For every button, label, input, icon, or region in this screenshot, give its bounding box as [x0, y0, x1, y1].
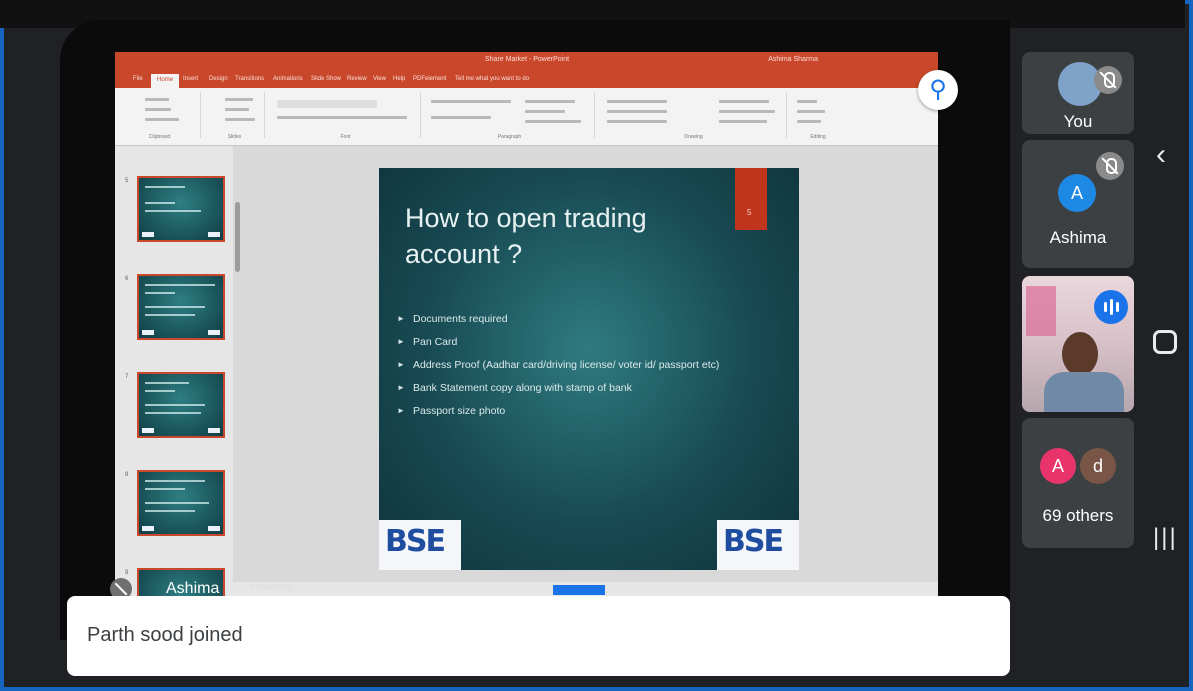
- slide-thumbnails-panel: 5 6 7 8 9: [115, 146, 233, 597]
- ribbon-group-clipboard: Clipboard: [119, 92, 201, 140]
- menu-file[interactable]: File: [133, 76, 143, 82]
- zoom-highlight: [553, 585, 605, 595]
- current-slide[interactable]: 5 How to open trading account ? Document…: [379, 168, 799, 570]
- menu-view[interactable]: View: [373, 76, 386, 82]
- slide-thumbnail[interactable]: 6: [125, 274, 225, 340]
- slide-title: How to open trading account ?: [405, 203, 647, 269]
- shared-screen: Share Market - PowerPoint Ashima Sharma …: [115, 52, 938, 597]
- thumbnail-number: 9: [125, 570, 129, 576]
- menu-review[interactable]: Review: [347, 76, 367, 82]
- participant-avatar: A: [1058, 174, 1096, 212]
- slide-bullet: Passport size photo: [397, 404, 787, 418]
- slide-bullet: Address Proof (Aadhar card/driving licen…: [397, 358, 787, 372]
- mic-off-icon: [1094, 66, 1122, 94]
- participant-tile-ashima[interactable]: A Ashima: [1022, 140, 1134, 268]
- participant-tile-others[interactable]: A d 69 others: [1022, 418, 1134, 548]
- thumbnail-number: 7: [125, 374, 129, 380]
- menu-slideshow[interactable]: Slide Show: [311, 76, 341, 82]
- ribbon-group-paragraph: Paragraph: [425, 92, 595, 140]
- slide-bullet: Pan Card: [397, 335, 787, 349]
- thumbnail-number: 5: [125, 178, 129, 184]
- ppt-statusbar: [233, 582, 938, 597]
- ribbon-label-font: Font: [340, 134, 351, 140]
- ribbon-group-slides: Slides: [205, 92, 265, 140]
- slide-bullets: Documents required Pan Card Address Proo…: [397, 312, 787, 427]
- home-nav-icon[interactable]: [1153, 330, 1177, 354]
- slide-thumbnail[interactable]: 7: [125, 372, 225, 438]
- bse-logo-left: BSE: [379, 520, 461, 570]
- menu-insert[interactable]: Insert: [183, 76, 198, 82]
- ribbon-label-slides: Slides: [227, 134, 242, 140]
- mic-off-icon: [1096, 152, 1124, 180]
- slide-thumbnail[interactable]: 5: [125, 176, 225, 242]
- menu-home[interactable]: Home: [151, 74, 180, 88]
- ppt-ribbon: Clipboard Slides Font Paragraph Drawing …: [115, 88, 938, 146]
- participant-tile-video[interactable]: [1022, 276, 1134, 412]
- ribbon-group-drawing: Drawing: [601, 92, 787, 140]
- participant-avatar: A: [1040, 448, 1076, 484]
- participant-tile-you[interactable]: You: [1022, 52, 1134, 134]
- recents-nav-icon[interactable]: |||: [1153, 524, 1178, 552]
- pin-button[interactable]: ⚲: [918, 70, 958, 110]
- ppt-title: Share Market - PowerPoint: [485, 56, 570, 63]
- ppt-titlebar: Share Market - PowerPoint Ashima Sharma: [115, 52, 938, 72]
- menu-pdfelement[interactable]: PDFelement: [413, 76, 446, 82]
- join-notification-text: Parth sood joined: [87, 624, 243, 646]
- person-body: [1044, 372, 1124, 412]
- slide-number: 5: [747, 208, 752, 217]
- ribbon-group-editing: Editing: [793, 92, 843, 140]
- ppt-user: Ashima Sharma: [768, 56, 818, 63]
- slide-thumbnail[interactable]: 8: [125, 470, 225, 536]
- thumbnail-scrollbar[interactable]: [235, 202, 240, 272]
- ppt-menubar: File Home Insert Design Transitions Anim…: [115, 72, 938, 88]
- ribbon-label-editing: Editing: [810, 134, 826, 140]
- thumbnail-number: 8: [125, 472, 129, 478]
- slide-bullet: Documents required: [397, 312, 787, 326]
- thumbnail-number: 6: [125, 276, 129, 282]
- bse-logo-right: BSE: [717, 520, 799, 570]
- participant-name: You: [1063, 112, 1093, 131]
- back-nav-icon[interactable]: ‹: [1156, 138, 1166, 172]
- menu-transitions[interactable]: Transitions: [235, 76, 264, 82]
- menu-animations[interactable]: Animations: [273, 76, 303, 82]
- participant-name: Ashima: [1049, 228, 1107, 247]
- tell-me-search[interactable]: Tell me what you want to do: [455, 76, 529, 82]
- menu-help[interactable]: Help: [393, 76, 405, 82]
- pin-icon: ⚲: [929, 76, 947, 103]
- ribbon-label-drawing: Drawing: [684, 134, 703, 140]
- menu-design[interactable]: Design: [209, 76, 228, 82]
- speaking-indicator-icon: [1094, 290, 1128, 324]
- ribbon-group-font: Font: [271, 92, 421, 140]
- join-notification: Parth sood joined: [67, 596, 1010, 676]
- ribbon-label-paragraph: Paragraph: [497, 134, 522, 140]
- presenter-status: (Presenting): [250, 582, 294, 591]
- person-head: [1062, 332, 1098, 376]
- participant-avatar: d: [1080, 448, 1116, 484]
- participant-name: 69 others: [1042, 506, 1114, 525]
- ribbon-label-clipboard: Clipboard: [148, 134, 171, 140]
- slide-bullet: Bank Statement copy along with stamp of …: [397, 381, 787, 395]
